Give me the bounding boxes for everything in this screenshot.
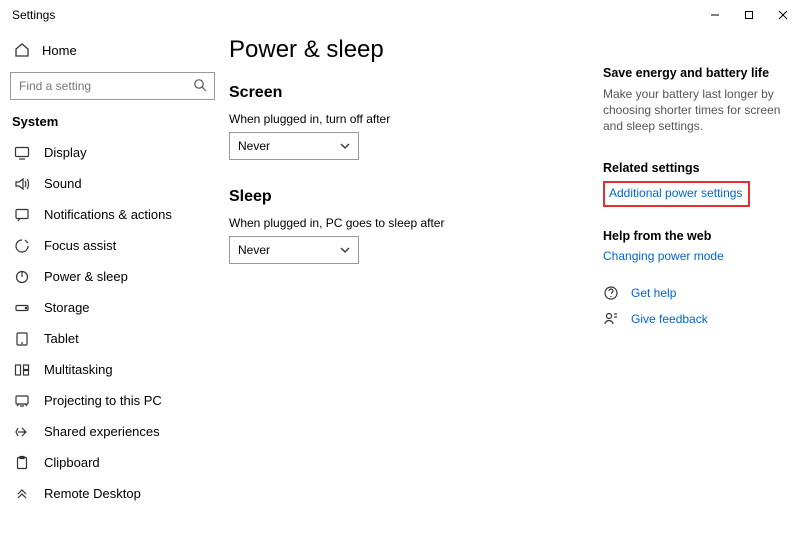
nav-clipboard[interactable]: Clipboard <box>10 447 215 478</box>
shared-icon <box>14 424 30 440</box>
search-input[interactable] <box>10 72 215 100</box>
feedback-row[interactable]: Give feedback <box>603 311 788 327</box>
nav-item-label: Projecting to this PC <box>44 393 162 408</box>
sleep-heading: Sleep <box>229 188 591 206</box>
nav-multitasking[interactable]: Multitasking <box>10 354 215 385</box>
nav-storage[interactable]: Storage <box>10 292 215 323</box>
storage-icon <box>14 300 30 316</box>
home-link[interactable]: Home <box>10 34 215 66</box>
search-wrap <box>10 72 215 100</box>
feedback-icon <box>603 311 619 327</box>
notifications-icon <box>14 207 30 223</box>
sound-icon <box>14 176 30 192</box>
nav-item-label: Storage <box>44 300 90 315</box>
help-web-title: Help from the web <box>603 229 788 243</box>
energy-title: Save energy and battery life <box>603 66 788 80</box>
window-title: Settings <box>12 8 55 22</box>
content: Power & sleep Screen When plugged in, tu… <box>229 36 591 556</box>
nav-remote[interactable]: Remote Desktop <box>10 478 215 509</box>
nav-item-label: Tablet <box>44 331 79 346</box>
changing-power-link[interactable]: Changing power mode <box>603 249 788 263</box>
highlight-box: Additional power settings <box>603 181 750 207</box>
related-title: Related settings <box>603 161 788 175</box>
nav-item-label: Power & sleep <box>44 269 128 284</box>
titlebar: Settings <box>0 0 800 30</box>
nav-item-label: Multitasking <box>44 362 113 377</box>
nav-item-label: Notifications & actions <box>44 207 172 222</box>
nav-focus[interactable]: Focus assist <box>10 230 215 261</box>
nav-item-label: Focus assist <box>44 238 116 253</box>
additional-power-link[interactable]: Additional power settings <box>609 186 742 200</box>
nav-notifications[interactable]: Notifications & actions <box>10 199 215 230</box>
nav-item-label: Shared experiences <box>44 424 160 439</box>
nav-tablet[interactable]: Tablet <box>10 323 215 354</box>
get-help-row[interactable]: Get help <box>603 285 788 301</box>
sleep-label: When plugged in, PC goes to sleep after <box>229 216 591 230</box>
screen-label: When plugged in, turn off after <box>229 112 591 126</box>
window-controls <box>698 0 800 30</box>
nav-display[interactable]: Display <box>10 137 215 168</box>
feedback-link: Give feedback <box>631 312 708 326</box>
multitasking-icon <box>14 362 30 378</box>
home-label: Home <box>42 43 77 58</box>
focus-icon <box>14 238 30 254</box>
nav-item-label: Clipboard <box>44 455 100 470</box>
power-icon <box>14 269 30 285</box>
nav-power[interactable]: Power & sleep <box>10 261 215 292</box>
display-icon <box>14 145 30 161</box>
section-title: System <box>12 114 215 129</box>
chevron-down-icon <box>340 245 350 255</box>
sidebar: Home System Display Sound Notifications … <box>0 30 225 556</box>
maximize-button[interactable] <box>732 0 766 30</box>
nav-sound[interactable]: Sound <box>10 168 215 199</box>
nav-item-label: Remote Desktop <box>44 486 141 501</box>
screen-value: Never <box>238 139 270 153</box>
energy-body: Make your battery last longer by choosin… <box>603 86 788 135</box>
nav: Display Sound Notifications & actions Fo… <box>10 137 215 509</box>
sleep-value: Never <box>238 243 270 257</box>
clipboard-icon <box>14 455 30 471</box>
nav-projecting[interactable]: Projecting to this PC <box>10 385 215 416</box>
get-help-link: Get help <box>631 286 676 300</box>
page-title: Power & sleep <box>229 36 591 64</box>
minimize-button[interactable] <box>698 0 732 30</box>
help-icon <box>603 285 619 301</box>
screen-dropdown[interactable]: Never <box>229 132 359 160</box>
projecting-icon <box>14 393 30 409</box>
nav-item-label: Display <box>44 145 87 160</box>
sleep-dropdown[interactable]: Never <box>229 236 359 264</box>
nav-item-label: Sound <box>44 176 82 191</box>
chevron-down-icon <box>340 141 350 151</box>
screen-heading: Screen <box>229 84 591 102</box>
home-icon <box>14 42 30 58</box>
nav-shared[interactable]: Shared experiences <box>10 416 215 447</box>
remote-icon <box>14 486 30 502</box>
aside: Save energy and battery life Make your b… <box>603 36 788 556</box>
tablet-icon <box>14 331 30 347</box>
close-button[interactable] <box>766 0 800 30</box>
